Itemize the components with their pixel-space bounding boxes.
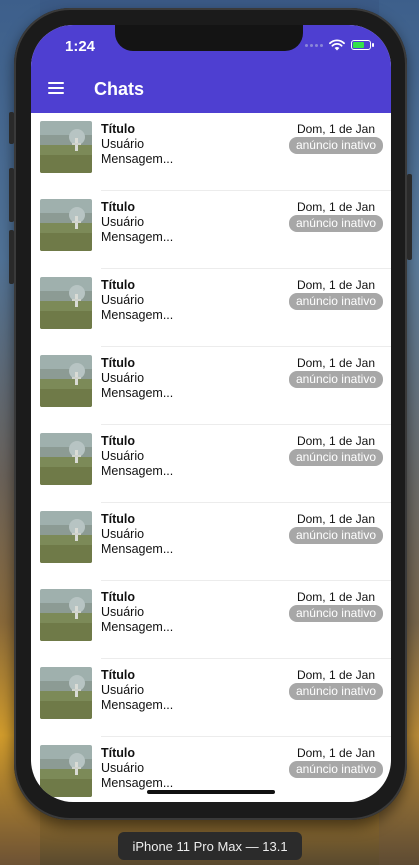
battery-icon bbox=[351, 40, 374, 50]
chat-user: Usuário bbox=[101, 605, 145, 619]
listing-thumbnail bbox=[40, 277, 92, 329]
app-header: 1:24 Chats bbox=[31, 25, 391, 113]
listing-thumbnail bbox=[40, 199, 92, 251]
inactive-listing-badge: anúncio inativo bbox=[288, 527, 383, 544]
chat-user: Usuário bbox=[101, 449, 145, 463]
chat-date: Dom, 1 de Jan bbox=[296, 278, 375, 292]
chat-user: Usuário bbox=[101, 683, 145, 697]
chat-date: Dom, 1 de Jan bbox=[296, 512, 375, 526]
chat-title: Título bbox=[101, 434, 136, 448]
volume-down-button bbox=[9, 230, 14, 284]
chat-title: Título bbox=[101, 512, 136, 526]
listing-thumbnail bbox=[40, 667, 92, 719]
listing-thumbnail bbox=[40, 433, 92, 485]
chat-list-item[interactable]: Título Usuário Mensagem... Dom, 1 de Jan… bbox=[31, 581, 391, 659]
listing-thumbnail bbox=[40, 511, 92, 563]
simulator-device-label: iPhone 11 Pro Max — 13.1 bbox=[118, 832, 302, 860]
chat-title: Título bbox=[101, 590, 136, 604]
chat-user: Usuário bbox=[101, 527, 145, 541]
home-indicator[interactable] bbox=[147, 790, 275, 794]
chat-date: Dom, 1 de Jan bbox=[296, 746, 375, 760]
inactive-listing-badge: anúncio inativo bbox=[288, 449, 383, 466]
chat-date: Dom, 1 de Jan bbox=[296, 200, 375, 214]
chat-title: Título bbox=[101, 668, 136, 682]
chat-message-preview: Mensagem... bbox=[101, 386, 174, 400]
chat-date: Dom, 1 de Jan bbox=[296, 590, 375, 604]
page-title: Chats bbox=[94, 79, 145, 99]
inactive-listing-badge: anúncio inativo bbox=[288, 293, 383, 310]
inactive-listing-badge: anúncio inativo bbox=[288, 605, 383, 622]
power-button bbox=[407, 174, 412, 260]
chat-message-preview: Mensagem... bbox=[101, 620, 174, 634]
listing-thumbnail bbox=[40, 355, 92, 407]
chat-user: Usuário bbox=[101, 371, 145, 385]
chat-list: Título Usuário Mensagem... Dom, 1 de Jan… bbox=[31, 113, 391, 802]
chat-message-preview: Mensagem... bbox=[101, 230, 174, 244]
chat-user: Usuário bbox=[101, 137, 145, 151]
volume-up-button bbox=[9, 168, 14, 222]
inactive-listing-badge: anúncio inativo bbox=[288, 137, 383, 154]
listing-thumbnail bbox=[40, 745, 92, 797]
chat-list-item[interactable]: Título Usuário Mensagem... Dom, 1 de Jan… bbox=[31, 269, 391, 347]
status-icons bbox=[305, 39, 374, 51]
app-screen: 1:24 Chats Título Usuário Mensagem... Do… bbox=[31, 25, 391, 802]
chat-list-item[interactable]: Título Usuário Mensagem... Dom, 1 de Jan… bbox=[31, 503, 391, 581]
chat-message-preview: Mensagem... bbox=[101, 698, 174, 712]
chat-date: Dom, 1 de Jan bbox=[296, 668, 375, 682]
chat-title: Título bbox=[101, 278, 136, 292]
chat-title: Título bbox=[101, 746, 136, 760]
chat-list-item[interactable]: Título Usuário Mensagem... Dom, 1 de Jan… bbox=[31, 425, 391, 503]
chat-message-preview: Mensagem... bbox=[101, 152, 174, 166]
notch bbox=[115, 25, 303, 51]
chat-message-preview: Mensagem... bbox=[101, 776, 174, 790]
chat-user: Usuário bbox=[101, 215, 145, 229]
chat-date: Dom, 1 de Jan bbox=[296, 434, 375, 448]
chat-message-preview: Mensagem... bbox=[101, 542, 174, 556]
chat-date: Dom, 1 de Jan bbox=[296, 356, 375, 370]
wifi-icon bbox=[329, 39, 345, 51]
inactive-listing-badge: anúncio inativo bbox=[288, 371, 383, 388]
chat-list-item[interactable]: Título Usuário Mensagem... Dom, 1 de Jan… bbox=[31, 113, 391, 191]
chat-date: Dom, 1 de Jan bbox=[296, 122, 375, 136]
chat-list-item[interactable]: Título Usuário Mensagem... Dom, 1 de Jan… bbox=[31, 659, 391, 737]
listing-thumbnail bbox=[40, 589, 92, 641]
chat-user: Usuário bbox=[101, 761, 145, 775]
chat-title: Título bbox=[101, 122, 136, 136]
chat-message-preview: Mensagem... bbox=[101, 308, 174, 322]
chat-user: Usuário bbox=[101, 293, 145, 307]
hamburger-menu-icon[interactable] bbox=[48, 82, 64, 94]
chat-title: Título bbox=[101, 200, 136, 214]
inactive-listing-badge: anúncio inativo bbox=[288, 683, 383, 700]
inactive-listing-badge: anúncio inativo bbox=[288, 215, 383, 232]
chat-title: Título bbox=[101, 356, 136, 370]
status-time: 1:24 bbox=[65, 38, 96, 55]
chat-list-item[interactable]: Título Usuário Mensagem... Dom, 1 de Jan… bbox=[31, 347, 391, 425]
listing-thumbnail bbox=[40, 121, 92, 173]
chat-message-preview: Mensagem... bbox=[101, 464, 174, 478]
mute-switch bbox=[9, 112, 14, 144]
signal-dots-icon bbox=[305, 43, 323, 47]
chat-list-item[interactable]: Título Usuário Mensagem... Dom, 1 de Jan… bbox=[31, 191, 391, 269]
inactive-listing-badge: anúncio inativo bbox=[288, 761, 383, 778]
